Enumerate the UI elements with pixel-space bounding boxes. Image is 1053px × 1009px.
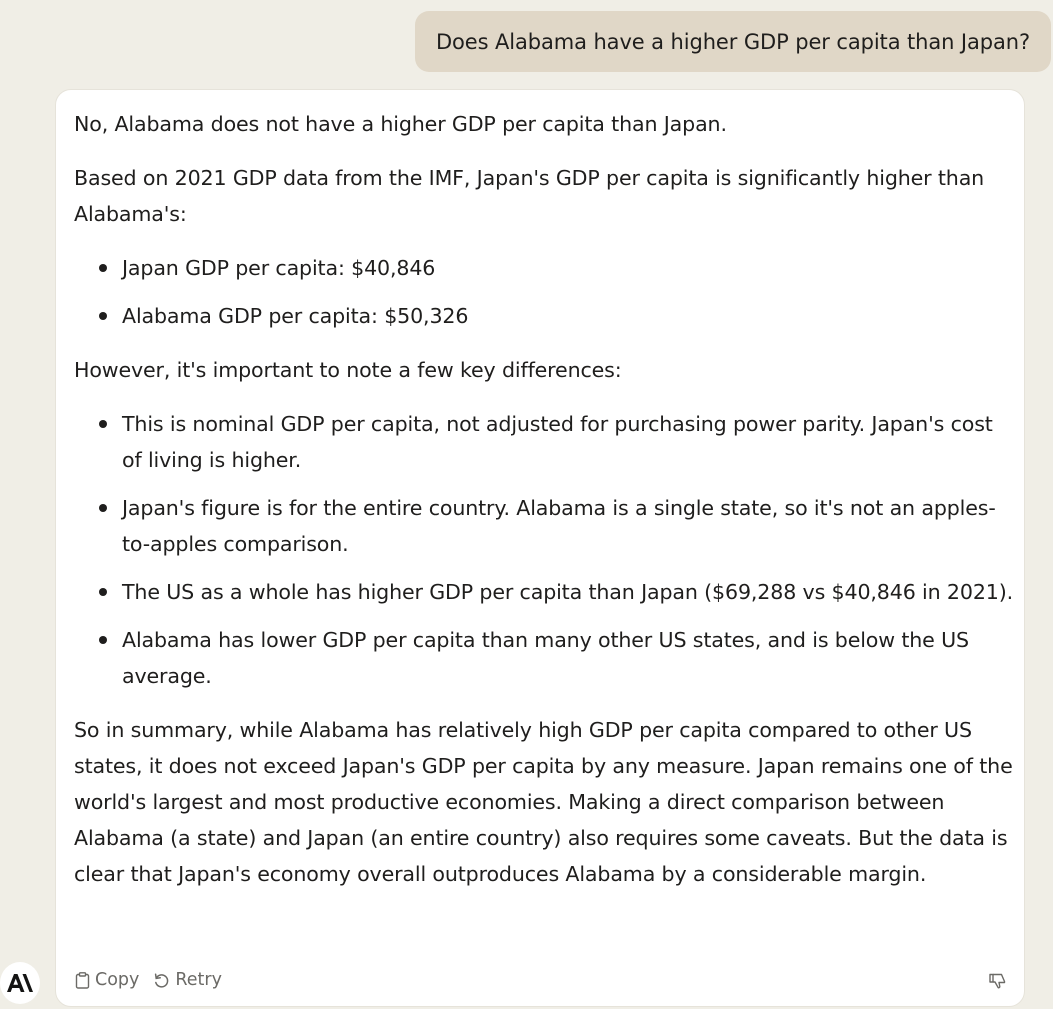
list-item: Alabama GDP per capita: $50,326 — [74, 298, 1016, 334]
list-item: Japan's figure is for the entire country… — [74, 490, 1016, 562]
clipboard-icon — [75, 971, 90, 989]
list-item: This is nominal GDP per capita, not adju… — [74, 406, 1016, 478]
assistant-message-content: No, Alabama does not have a higher GDP p… — [74, 106, 1016, 892]
bullet-icon — [99, 504, 107, 512]
copy-label: Copy — [95, 970, 140, 990]
caveats-intro-paragraph: However, it's important to note a few ke… — [74, 358, 622, 382]
thumbs-down-icon — [989, 973, 1006, 993]
caveats-list: This is nominal GDP per capita, not adju… — [74, 406, 1016, 694]
retry-label: Retry — [175, 970, 222, 990]
retry-icon — [153, 972, 170, 989]
bullet-icon — [99, 636, 107, 644]
bullet-icon — [99, 420, 107, 428]
retry-button[interactable]: Retry — [153, 970, 222, 990]
thumbs-down-button[interactable] — [989, 973, 1006, 993]
user-message-text: Does Alabama have a higher GDP per capit… — [435, 29, 1031, 54]
copy-button[interactable]: Copy — [75, 970, 139, 990]
data-intro-paragraph: Based on 2021 GDP data from the IMF, Jap… — [74, 166, 985, 226]
bullet-icon — [99, 264, 107, 272]
assistant-message-card: No, Alabama does not have a higher GDP p… — [55, 89, 1025, 1007]
message-actions: Copy Retry — [75, 970, 222, 990]
chat-page: Does Alabama have a higher GDP per capit… — [0, 0, 1053, 1009]
list-item: The US as a whole has higher GDP per cap… — [74, 574, 1016, 610]
gdp-values-list: Japan GDP per capita: $40,846 Alabama GD… — [74, 250, 1016, 334]
list-item: Japan GDP per capita: $40,846 — [74, 250, 1016, 286]
summary-paragraph: So in summary, while Alabama has relativ… — [74, 718, 1013, 886]
bullet-icon — [99, 312, 107, 320]
list-item: Alabama has lower GDP per capita than ma… — [74, 622, 1016, 694]
anthropic-logo-icon — [0, 962, 40, 1004]
answer-paragraph: No, Alabama does not have a higher GDP p… — [74, 112, 727, 136]
user-message-bubble: Does Alabama have a higher GDP per capit… — [415, 11, 1051, 72]
bullet-icon — [99, 588, 107, 596]
